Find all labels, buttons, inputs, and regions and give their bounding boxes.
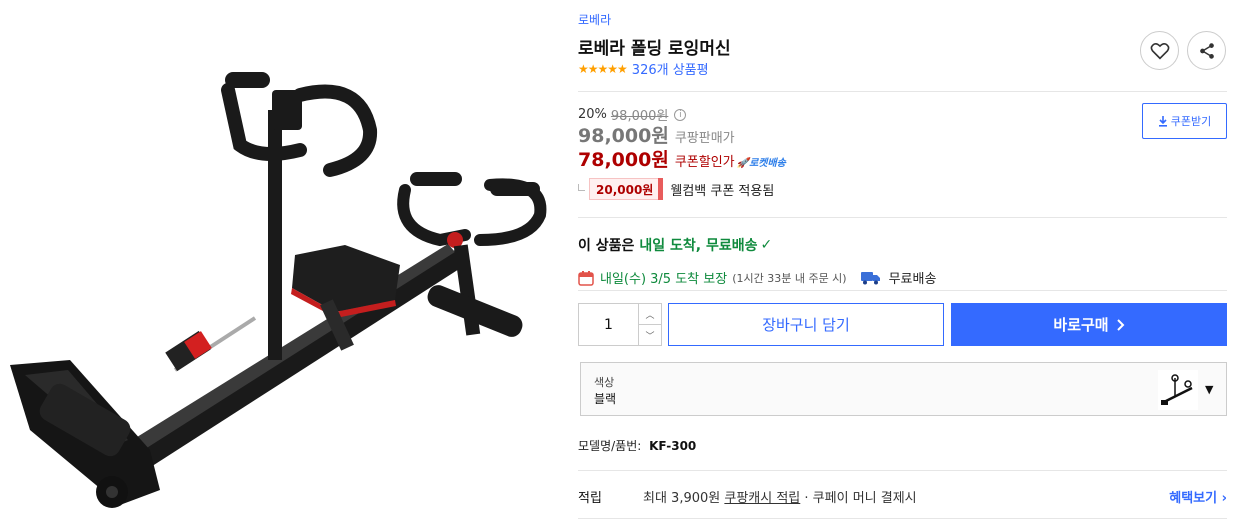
option-thumbnail-image: [1158, 370, 1198, 410]
divider: [578, 470, 1227, 471]
benefit-desc-suffix: · 쿠페이 머니 결제시: [800, 491, 917, 506]
delivery-headline: 이 상품은 내일 도착, 무료배송 ✓: [578, 235, 772, 255]
sale-price-label: 쿠팡판매가: [674, 131, 735, 146]
caret-down-icon: ▼: [1205, 383, 1214, 396]
coupon-price-label: 쿠폰할인가: [674, 155, 735, 170]
welcome-coupon-tag: 20,000원: [589, 178, 664, 200]
chevron-right-icon: [1116, 318, 1125, 331]
order-by-note: (1시간 33분 내 주문 시): [732, 271, 847, 285]
quantity-input[interactable]: 1: [579, 304, 639, 345]
coupang-cash-link[interactable]: 쿠팡캐시 적립: [724, 491, 800, 506]
welcome-coupon-text: 웰컴백 쿠폰 적용됨: [670, 183, 775, 199]
rating-stars: ★★★★★: [578, 61, 628, 76]
divider: [578, 217, 1227, 218]
product-info-panel: 로베라 로베라 폴딩 로잉머신 ★★★★★ 326개 상품평 20% 98,00…: [578, 0, 1228, 522]
corner-indicator: [578, 183, 585, 191]
chevron-up-icon: ︿: [645, 310, 655, 321]
chevron-down-icon: ﹀: [645, 331, 655, 342]
option-label: 색상: [594, 376, 615, 389]
check-icon: ✓: [760, 237, 773, 253]
share-button[interactable]: [1187, 31, 1226, 70]
product-title: 로베라 폴딩 로잉머신: [578, 39, 731, 59]
benefit-label: 적립: [578, 491, 602, 506]
quantity-decrease-button[interactable]: ﹀: [639, 325, 661, 345]
download-icon: [1158, 115, 1167, 127]
divider: [578, 518, 1227, 519]
model-value: KF-300: [649, 439, 697, 453]
benefit-description: 최대 3,900원 쿠팡캐시 적립 · 쿠페이 머니 결제시: [643, 487, 917, 506]
view-benefits-link[interactable]: 혜택보기 ›: [1169, 487, 1227, 506]
share-icon: [1199, 42, 1214, 59]
arrival-guarantee: 내일(수) 3/5 도착 보장: [600, 272, 728, 287]
buy-now-label: 바로구매: [1053, 316, 1109, 334]
rowing-machine-image: [10, 72, 547, 508]
benefit-desc-prefix: 최대 3,900원: [643, 491, 725, 506]
buy-now-button[interactable]: 바로구매: [951, 303, 1227, 346]
sale-price: 98,000원: [578, 125, 669, 147]
add-to-cart-button[interactable]: 장바구니 담기: [668, 303, 944, 346]
wishlist-button[interactable]: [1140, 31, 1179, 70]
calendar-icon: [578, 270, 594, 286]
delivery-headline-prefix: 이 상품은: [578, 238, 635, 254]
coupon-price: 78,000원: [578, 149, 669, 171]
coupon-download-label: 쿠폰받기: [1170, 115, 1212, 128]
delivery-headline-highlight: 내일 도착, 무료배송: [639, 238, 758, 254]
heart-icon: [1150, 42, 1169, 60]
option-value: 블랙: [594, 392, 617, 406]
review-count-link[interactable]: 326개 상품평: [632, 59, 709, 78]
quantity-steppers: ︿ ﹀: [639, 304, 661, 345]
quantity-increase-button[interactable]: ︿: [639, 304, 661, 325]
brand-link[interactable]: 로베라: [578, 11, 611, 28]
coupon-download-button[interactable]: 쿠폰받기: [1142, 103, 1227, 139]
product-main-image[interactable]: [0, 0, 560, 522]
rocket-delivery-badge: 🚀로켓배송: [736, 158, 786, 169]
truck-icon: [860, 271, 880, 284]
quantity-stepper[interactable]: 1 ︿ ﹀: [578, 303, 662, 346]
divider: [578, 91, 1227, 92]
sale-price-row: 98,000원 쿠팡판매가: [578, 121, 735, 148]
add-to-cart-label: 장바구니 담기: [762, 316, 850, 334]
model-number-row: 모델명/품번: KF-300: [578, 437, 696, 454]
color-option-select[interactable]: 색상 블랙 ▼: [580, 362, 1227, 416]
free-shipping-text: 무료배송: [888, 272, 937, 287]
welcome-coupon-row: 20,000원 웰컴백 쿠폰 적용됨: [578, 178, 774, 200]
arrival-row: 내일(수) 3/5 도착 보장 (1시간 33분 내 주문 시) 무료배송: [578, 268, 936, 287]
discount-rate: 20%: [578, 107, 607, 122]
coupon-price-row: 78,000원 쿠폰할인가 🚀로켓배송: [578, 145, 786, 172]
rating-row[interactable]: ★★★★★ 326개 상품평: [578, 59, 709, 79]
info-icon[interactable]: i: [674, 108, 687, 121]
divider: [578, 290, 1227, 291]
model-label: 모델명/품번:: [578, 439, 642, 453]
